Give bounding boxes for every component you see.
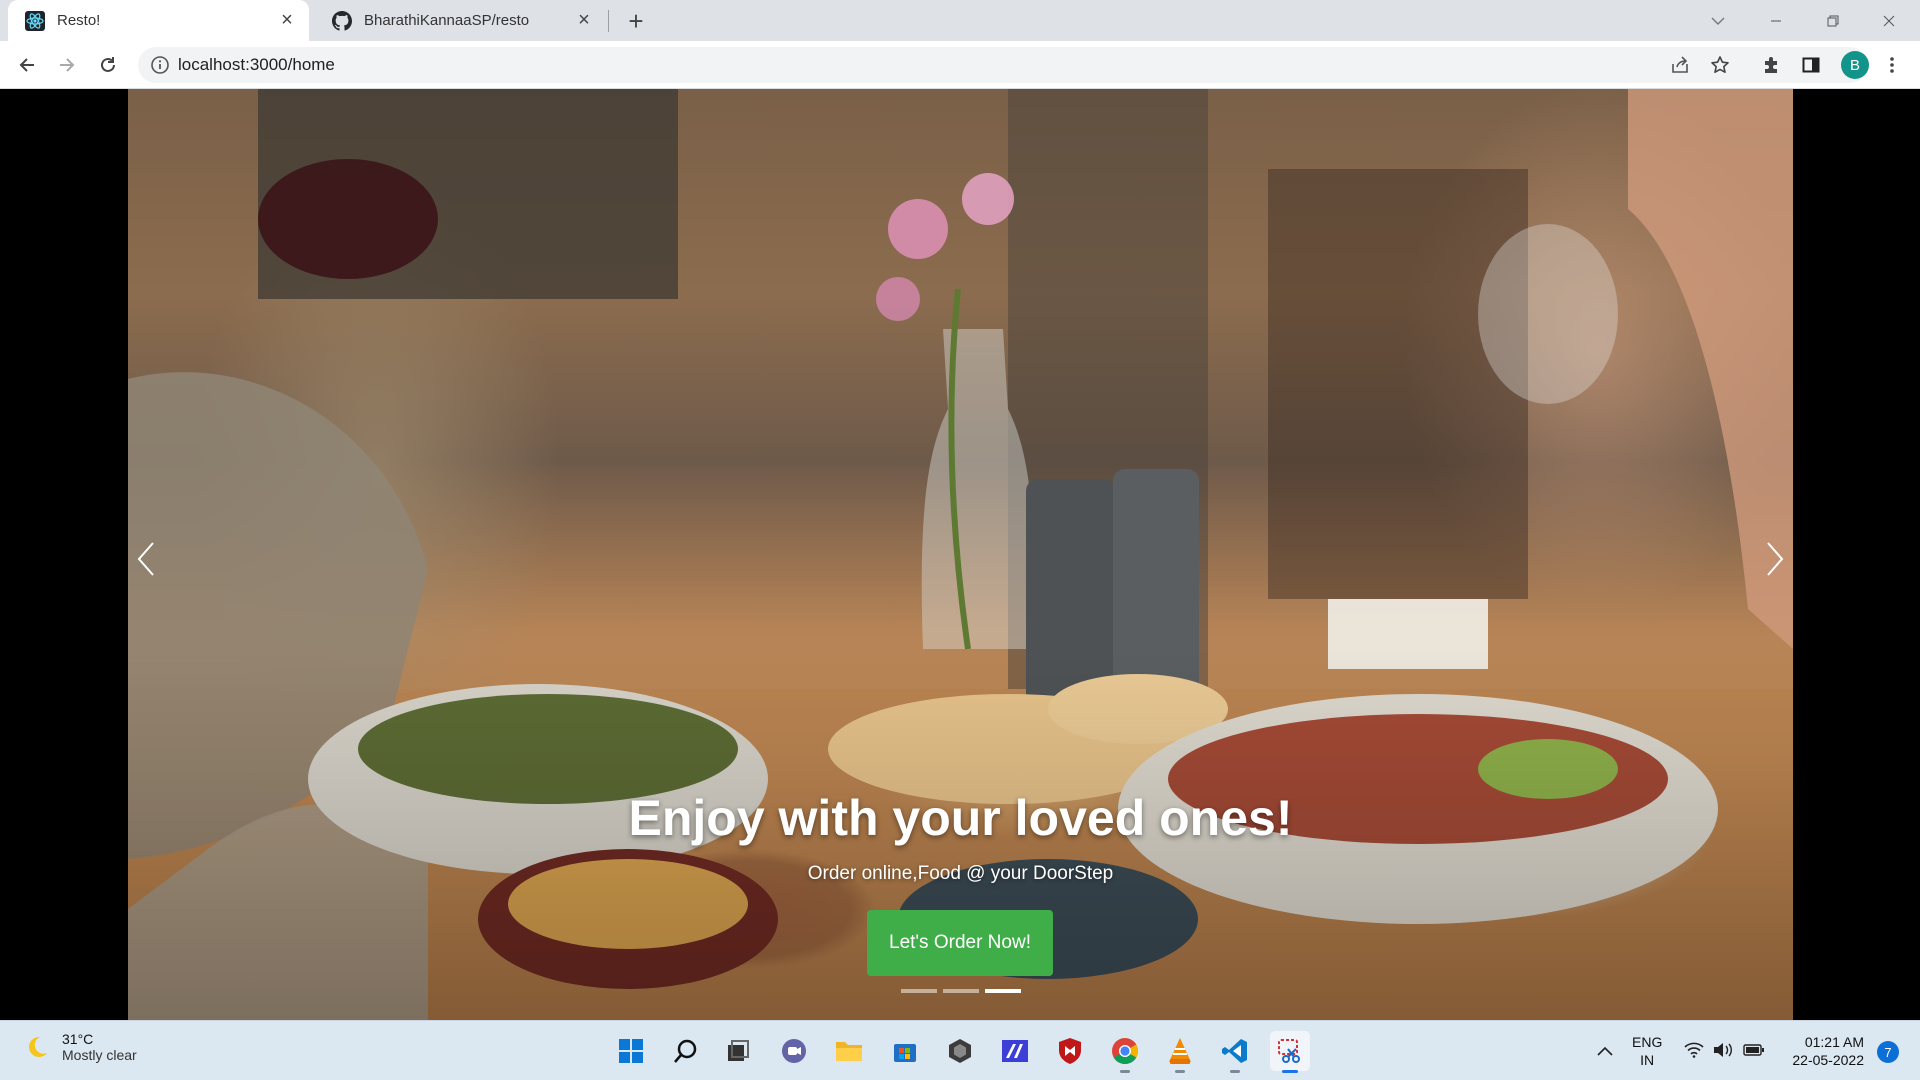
clock-time: 01:21 AM xyxy=(1804,1034,1864,1050)
running-indicator xyxy=(1175,1070,1185,1073)
windows-taskbar: 31°C Mostly clear ENG IN 01:21 AM 22-05-… xyxy=(0,1020,1920,1080)
bookmark-star-icon[interactable] xyxy=(1708,53,1732,77)
order-now-button[interactable]: Let's Order Now! xyxy=(867,910,1053,976)
language-code: ENG xyxy=(1632,1034,1663,1050)
app-icon[interactable] xyxy=(940,1031,980,1071)
weather-temp: 31°C xyxy=(62,1031,94,1047)
weather-widget[interactable]: 31°C Mostly clear xyxy=(24,1031,137,1063)
browser-toolbar: localhost:3000/home B xyxy=(0,41,1920,89)
language-indicator[interactable]: ENG IN xyxy=(1632,1033,1662,1069)
carousel-next-arrow-icon[interactable] xyxy=(1755,529,1793,589)
carousel-prev-arrow-icon[interactable] xyxy=(128,529,166,589)
search-icon[interactable] xyxy=(666,1031,706,1071)
carousel-indicator[interactable] xyxy=(900,989,937,993)
reload-icon[interactable] xyxy=(93,50,123,80)
chrome-icon[interactable] xyxy=(1105,1031,1145,1073)
notification-badge[interactable]: 7 xyxy=(1877,1041,1899,1063)
url-text: localhost:3000/home xyxy=(178,55,335,74)
page-viewport: Enjoy with your loved ones! Order online… xyxy=(0,89,1920,1020)
running-indicator xyxy=(1230,1070,1240,1073)
running-indicator-active xyxy=(1282,1070,1298,1073)
side-panel-icon[interactable] xyxy=(1799,53,1823,77)
carousel-indicator-active[interactable] xyxy=(984,989,1021,993)
site-info-icon[interactable] xyxy=(150,55,170,75)
carousel-indicators xyxy=(128,989,1793,993)
minimize-icon[interactable] xyxy=(1753,0,1799,41)
mcafee-icon[interactable] xyxy=(1050,1031,1090,1071)
carousel-indicator[interactable] xyxy=(942,989,979,993)
vscode-icon[interactable] xyxy=(1215,1031,1255,1073)
show-hidden-icons-chevron-icon[interactable] xyxy=(1593,1041,1617,1061)
close-tab-icon[interactable]: × xyxy=(275,9,299,33)
microsoft-store-icon[interactable] xyxy=(885,1031,925,1071)
clock[interactable]: 01:21 AM 22-05-2022 xyxy=(1780,1033,1864,1069)
forward-arrow-icon[interactable] xyxy=(52,50,82,80)
chat-icon[interactable] xyxy=(774,1031,814,1071)
tab-separator xyxy=(608,10,609,32)
start-icon[interactable] xyxy=(611,1031,651,1071)
tab-title: BharathiKannaaSP/resto xyxy=(364,12,530,29)
hero-title: Enjoy with your loved ones! xyxy=(628,790,1293,846)
hero-carousel: Enjoy with your loved ones! Order online… xyxy=(128,89,1793,1020)
task-view-icon[interactable] xyxy=(718,1031,758,1071)
file-explorer-icon[interactable] xyxy=(829,1031,869,1071)
close-window-icon[interactable] xyxy=(1866,0,1912,41)
back-arrow-icon[interactable] xyxy=(12,50,42,80)
share-icon[interactable] xyxy=(1668,53,1692,77)
volume-icon[interactable] xyxy=(1712,1039,1734,1061)
running-indicator xyxy=(1120,1070,1130,1073)
hero-subtitle: Order online,Food @ your DoorStep xyxy=(807,863,1114,884)
profile-avatar[interactable]: B xyxy=(1841,51,1869,79)
browser-tab-strip: Resto! × BharathiKannaaSP/resto × + xyxy=(0,0,1920,41)
github-icon xyxy=(332,10,352,31)
tab-search-chevron-icon[interactable] xyxy=(1695,0,1741,41)
weather-condition: Mostly clear xyxy=(62,1047,137,1063)
close-tab-icon[interactable]: × xyxy=(572,9,596,33)
extensions-puzzle-icon[interactable] xyxy=(1759,53,1783,77)
react-logo-icon xyxy=(25,10,45,31)
wifi-icon[interactable] xyxy=(1683,1039,1705,1061)
app-icon[interactable] xyxy=(995,1031,1035,1071)
tab-github[interactable]: BharathiKannaaSP/resto × xyxy=(315,0,606,41)
moon-weather-icon xyxy=(24,1034,50,1060)
tab-title: Resto! xyxy=(57,12,101,29)
vlc-icon[interactable] xyxy=(1160,1031,1200,1073)
restore-icon[interactable] xyxy=(1810,0,1856,41)
snipping-tool-icon[interactable] xyxy=(1270,1031,1310,1073)
address-bar[interactable]: localhost:3000/home xyxy=(138,47,1868,83)
tab-resto[interactable]: Resto! × xyxy=(8,0,309,41)
battery-icon[interactable] xyxy=(1742,1039,1766,1061)
region-code: IN xyxy=(1640,1052,1655,1068)
new-tab-icon[interactable]: + xyxy=(623,6,649,36)
clock-date: 22-05-2022 xyxy=(1792,1052,1864,1068)
more-menu-icon[interactable] xyxy=(1880,53,1904,77)
